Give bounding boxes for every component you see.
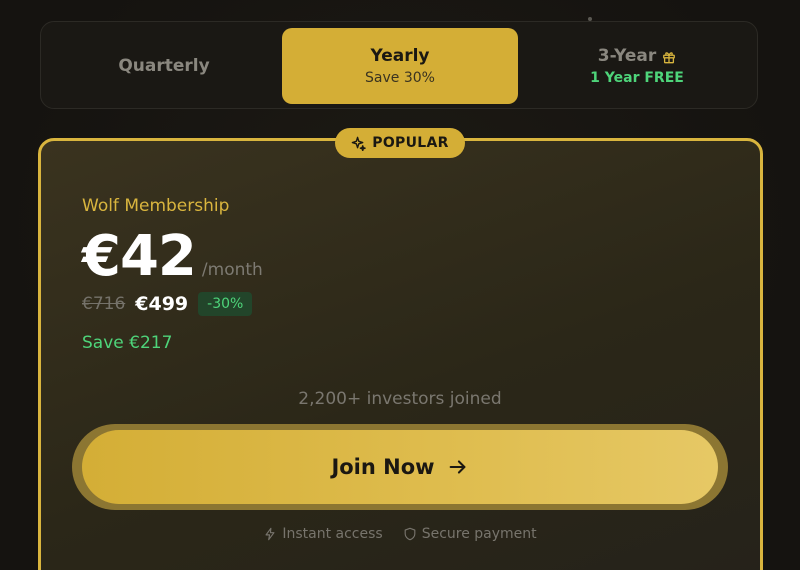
popular-badge-label: POPULAR xyxy=(372,135,449,151)
plan-name: Wolf Membership xyxy=(82,196,230,216)
billing-option-sublabel: 1 Year FREE xyxy=(590,70,684,86)
price-row: €42 /month xyxy=(82,224,263,289)
billing-option-label: Yearly xyxy=(370,46,430,66)
arrow-right-icon xyxy=(449,460,465,474)
sparkle-icon xyxy=(351,136,367,151)
popular-badge: POPULAR xyxy=(335,128,465,158)
billing-option-label: Quarterly xyxy=(118,56,210,76)
social-proof-text: 2,200+ investors joined xyxy=(298,389,502,409)
trust-secure-label: Secure payment xyxy=(421,526,537,542)
shield-icon xyxy=(404,527,416,541)
price-period: /month xyxy=(201,260,263,280)
trust-instant-label: Instant access xyxy=(282,526,383,542)
discount-badge: -30% xyxy=(198,292,253,316)
lightning-icon xyxy=(265,527,275,541)
billing-option-yearly[interactable]: Yearly Save 30% xyxy=(282,28,518,104)
gift-icon xyxy=(662,49,676,64)
indicator-dot xyxy=(588,17,592,21)
billing-option-quarterly[interactable]: Quarterly xyxy=(45,28,283,104)
billing-option-title: 3-Year xyxy=(598,46,677,66)
billing-period-toggle: Quarterly Yearly Save 30% 3-Year 1 Year … xyxy=(40,21,758,109)
savings-text: Save €217 xyxy=(82,333,173,353)
join-now-button[interactable]: Join Now xyxy=(82,430,718,504)
price-amount: €42 xyxy=(82,224,197,289)
join-now-label: Join Now xyxy=(331,455,435,479)
discounted-total: €499 xyxy=(135,293,189,315)
original-total: €716 xyxy=(82,294,126,314)
billing-option-label: 3-Year xyxy=(597,46,657,66)
billing-option-3-year[interactable]: 3-Year 1 Year FREE xyxy=(518,28,756,104)
billing-option-sublabel: Save 30% xyxy=(365,70,435,86)
trust-secure-payment: Secure payment xyxy=(403,526,537,542)
trust-indicators: Instant access Secure payment xyxy=(0,526,800,542)
trust-instant-access: Instant access xyxy=(263,526,383,542)
total-price-row: €716 €499 -30% xyxy=(82,292,253,316)
